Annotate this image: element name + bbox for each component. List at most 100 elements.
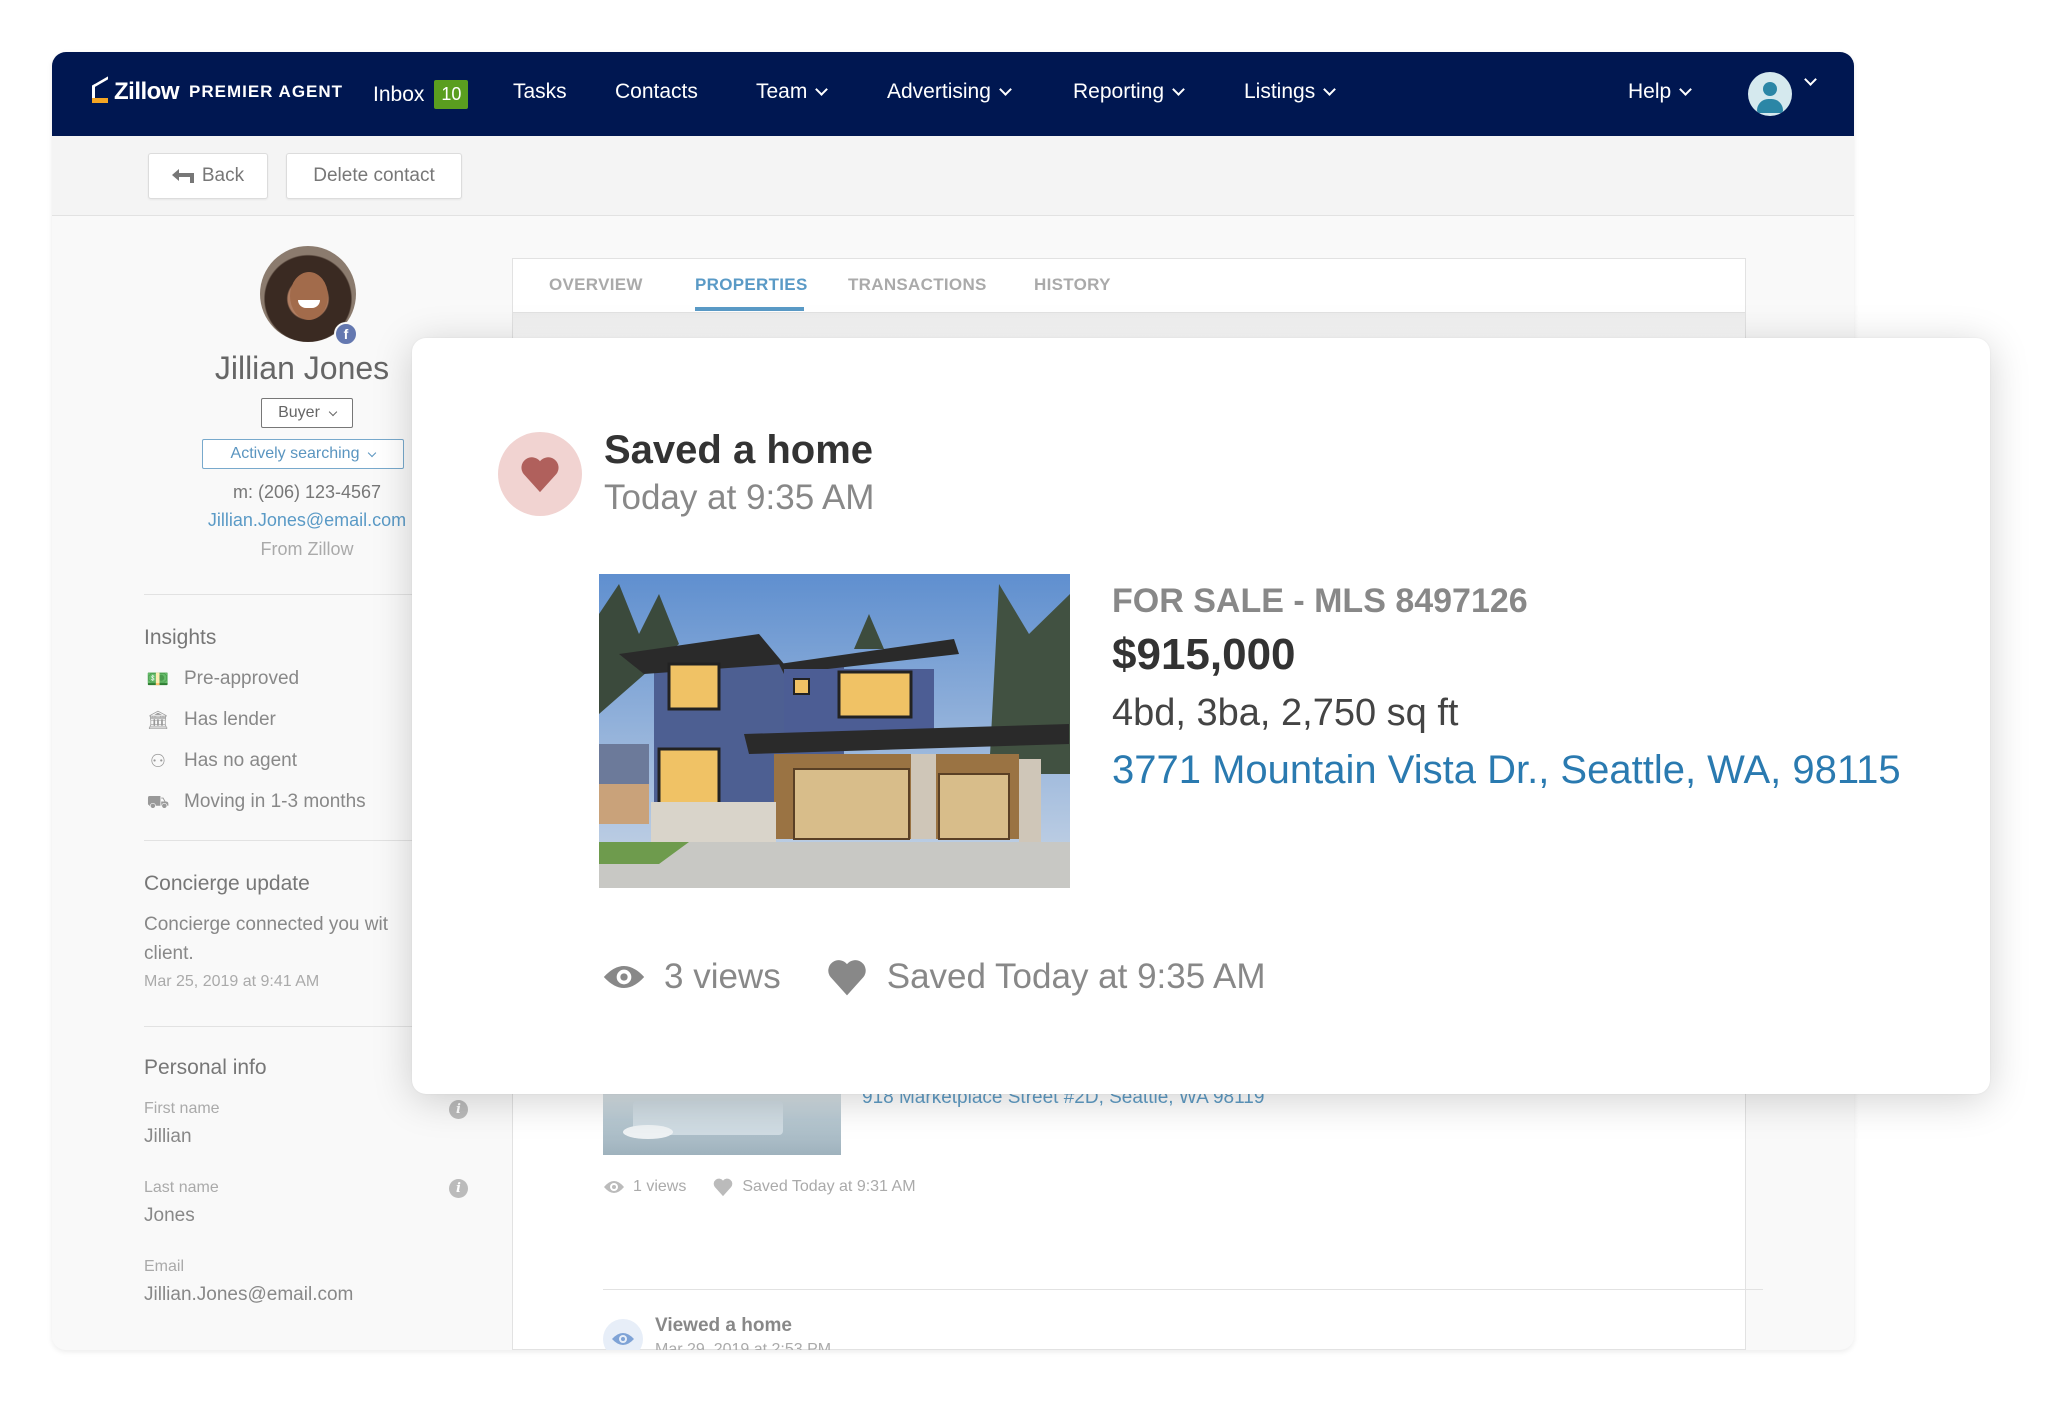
nav-team-label: Team (756, 80, 808, 103)
views-stat: 3 views (602, 957, 781, 997)
divider (144, 1026, 444, 1027)
last-name-value: Jones (144, 1205, 195, 1226)
logo-subtitle: PREMIER AGENT (189, 82, 344, 101)
viewed-home-icon (603, 1319, 643, 1350)
divider (144, 594, 444, 595)
heart-icon (714, 1178, 733, 1197)
tab-transactions[interactable]: TRANSACTIONS (848, 275, 987, 295)
insight-item: ⛟ Moving in 1-3 months (144, 791, 366, 813)
last-name-label: Last name (144, 1179, 219, 1196)
heart-icon (828, 960, 866, 996)
concierge-date: Mar 25, 2019 at 9:41 AM (144, 973, 320, 990)
views-count: 3 views (664, 957, 781, 996)
tab-history[interactable]: HISTORY (1034, 275, 1111, 295)
divider (144, 840, 444, 841)
truck-icon: ⛟ (146, 792, 170, 812)
tab-bar: OVERVIEW PROPERTIES TRANSACTIONS HISTORY (513, 259, 1745, 313)
eye-icon (612, 1333, 634, 1345)
house-image (599, 574, 1070, 888)
contact-type-dropdown[interactable]: Buyer (261, 398, 353, 428)
insight-item: 💵 Pre-approved (144, 668, 299, 690)
bank-check-icon: 🏛 (146, 710, 170, 730)
insight-label: Moving in 1-3 months (184, 791, 366, 812)
zillow-logo-icon (92, 76, 108, 103)
delete-contact-button[interactable]: Delete contact (286, 153, 462, 199)
back-button-label: Back (201, 165, 245, 186)
contact-status-dropdown[interactable]: Actively searching (202, 439, 404, 469)
nav-contacts-label: Contacts (615, 80, 698, 103)
chevron-down-icon (999, 83, 1012, 96)
saved-home-icon (498, 432, 582, 516)
saved-stat: Saved Today at 9:35 AM (825, 956, 1266, 998)
first-name-value: Jillian (144, 1126, 192, 1147)
concierge-text: Concierge connected you wit client. (144, 914, 388, 964)
inbox-count-badge: 10 (434, 80, 469, 109)
tab-overview[interactable]: OVERVIEW (549, 275, 643, 295)
nav-reporting-label: Reporting (1073, 80, 1165, 103)
nav-inbox[interactable]: Inbox 10 (373, 80, 469, 109)
activity-title: Viewed a home (655, 1315, 792, 1336)
nav-contacts[interactable]: Contacts (615, 80, 698, 104)
info-icon[interactable]: i (449, 1100, 468, 1119)
nav-advertising-label: Advertising (887, 80, 991, 103)
insight-item: ⚇ Has no agent (144, 750, 297, 772)
listing-stats: 3 views Saved Today at 9:35 AM (602, 956, 1266, 998)
activity-time: Today at 9:35 AM (604, 478, 875, 517)
eye-icon (604, 1181, 624, 1193)
chevron-down-icon (1804, 73, 1817, 86)
tab-properties[interactable]: PROPERTIES (695, 275, 808, 295)
insights-title: Insights (144, 626, 217, 649)
saved-time: Saved Today at 9:35 AM (886, 957, 1266, 996)
insight-label: Has lender (184, 709, 276, 730)
back-button[interactable]: Back (148, 153, 268, 199)
saved-time: Saved Today at 9:31 AM (742, 1178, 916, 1195)
eye-icon (603, 966, 645, 988)
chevron-down-icon (328, 407, 338, 416)
logo-text: Zillow (114, 78, 180, 105)
listing-photo[interactable] (599, 574, 1070, 888)
nav-team[interactable]: Team (756, 80, 829, 104)
listing-thumbnail[interactable] (603, 1089, 841, 1155)
nav-help[interactable]: Help (1628, 80, 1693, 104)
top-nav: Zillow PREMIER AGENT Inbox 10 Tasks Cont… (52, 52, 1854, 136)
email-value: Jillian.Jones@email.com (144, 1284, 354, 1305)
heart-icon (521, 457, 559, 493)
chevron-down-icon (1679, 83, 1693, 96)
views-count: 1 views (633, 1178, 687, 1195)
insight-label: Pre-approved (184, 668, 300, 689)
nav-advertising[interactable]: Advertising (887, 80, 1012, 104)
back-arrow-icon (171, 169, 194, 183)
chevron-down-icon (1323, 83, 1337, 96)
activity-title: Saved a home (604, 428, 874, 472)
chevron-down-icon (368, 448, 377, 457)
divider (603, 1289, 1763, 1290)
insight-label: Has no agent (184, 750, 298, 771)
listing-price: $915,000 (1112, 630, 1296, 679)
info-icon[interactable]: i (449, 1179, 468, 1198)
nav-tasks[interactable]: Tasks (513, 80, 567, 104)
insight-item: 🏛 Has lender (144, 709, 276, 731)
delete-contact-label: Delete contact (313, 165, 435, 186)
nav-tasks-label: Tasks (513, 80, 567, 103)
active-tab-indicator (695, 307, 804, 311)
facebook-icon: f (334, 322, 358, 346)
listing-status: FOR SALE - MLS 8497126 (1112, 582, 1528, 620)
concierge-title: Concierge update (144, 872, 310, 895)
nav-listings[interactable]: Listings (1244, 80, 1337, 104)
listing-specs: 4bd, 3ba, 2,750 sq ft (1112, 692, 1459, 734)
user-avatar[interactable] (1748, 72, 1792, 116)
account-menu-toggle[interactable] (1804, 73, 1817, 86)
chevron-down-icon (815, 83, 829, 96)
listing-stats: 1 views Saved Today at 9:31 AM (603, 1177, 916, 1197)
money-check-icon: 💵 (146, 669, 170, 689)
nav-listings-label: Listings (1244, 80, 1316, 103)
contact-type-value: Buyer (278, 404, 320, 421)
person-x-icon: ⚇ (149, 751, 167, 771)
zillow-logo[interactable]: Zillow PREMIER AGENT (92, 76, 344, 106)
activity-date: Mar 29, 2019 at 2:53 PM (655, 1341, 832, 1350)
user-icon (1763, 82, 1777, 96)
nav-inbox-label: Inbox (373, 82, 425, 106)
nav-reporting[interactable]: Reporting (1073, 80, 1185, 104)
listing-address-link[interactable]: 3771 Mountain Vista Dr., Seattle, WA, 98… (1112, 748, 1901, 793)
nav-help-label: Help (1628, 80, 1672, 103)
